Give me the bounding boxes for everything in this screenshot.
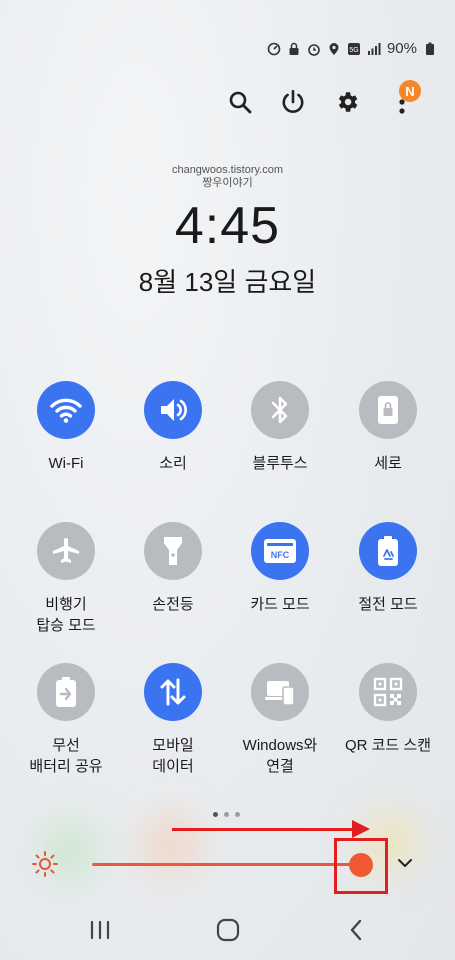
lock-icon <box>289 42 299 55</box>
tile-label: 손전등 <box>152 596 194 613</box>
tile-power-saving[interactable]: 절전 모드 <box>333 522 443 615</box>
tile-label: 절전 모드 <box>358 596 418 613</box>
5g-icon: 5G <box>347 42 360 55</box>
tile-card-mode[interactable]: NFC 카드 모드 <box>225 522 335 615</box>
tile-wifi[interactable]: Wi-Fi <box>11 381 121 474</box>
page-dot <box>235 812 240 817</box>
status-bar: 5G 90% <box>267 40 437 57</box>
search-button[interactable] <box>222 84 258 120</box>
battery-percent: 90% <box>386 40 417 57</box>
back-icon <box>350 919 362 941</box>
data-saver-icon <box>267 42 281 55</box>
tile-qr-scan[interactable]: QR 코드 스캔 <box>333 663 443 756</box>
clock-date[interactable]: 8월 13일 금요일 <box>0 262 455 299</box>
svg-text:5G: 5G <box>349 47 358 54</box>
tile-label: 블루투스 <box>252 455 308 472</box>
tile-label: 무선 배터리 공유 <box>29 737 103 775</box>
tile-circle <box>251 663 309 721</box>
back-button[interactable] <box>336 910 376 950</box>
qr-icon <box>373 677 403 707</box>
wifi-icon <box>50 398 82 423</box>
tile-label: 소리 <box>159 455 187 472</box>
tile-label: 세로 <box>374 455 402 472</box>
tile-label: Wi-Fi <box>48 455 84 472</box>
tile-circle <box>144 522 202 580</box>
tile-flashlight[interactable]: 손전등 <box>118 522 228 615</box>
page-indicator <box>213 812 240 817</box>
brightness-icon <box>32 851 58 882</box>
blurred-background-blob <box>140 815 200 875</box>
settings-button[interactable] <box>329 84 365 120</box>
annotation-arrow-head <box>352 820 370 838</box>
tile-circle <box>37 522 95 580</box>
tile-circle <box>251 381 309 439</box>
notification-badge: N <box>399 80 421 102</box>
flashlight-icon <box>164 537 182 565</box>
nfc-text: NFC <box>271 550 290 560</box>
tile-wireless-powershare[interactable]: 무선 배터리 공유 <box>11 663 121 777</box>
tile-circle <box>144 663 202 721</box>
tile-sound[interactable]: 소리 <box>118 381 228 474</box>
search-icon <box>229 91 252 114</box>
tile-circle <box>144 381 202 439</box>
link-to-windows-icon <box>265 681 295 706</box>
signal-icon <box>367 42 381 55</box>
tile-portrait[interactable]: 세로 <box>333 381 443 474</box>
tile-link-to-windows[interactable]: Windows와 연결 <box>225 663 335 777</box>
battery-recycle-icon <box>378 536 398 566</box>
home-button[interactable] <box>208 910 248 950</box>
home-icon <box>216 918 240 942</box>
tile-bluetooth[interactable]: 블루투스 <box>225 381 335 474</box>
tile-airplane-mode[interactable]: 비행기 탑승 모드 <box>11 522 121 636</box>
tile-circle <box>359 663 417 721</box>
site-url: changwoos.tistory.com <box>171 164 284 176</box>
recents-icon <box>90 920 110 940</box>
tile-circle <box>359 381 417 439</box>
chevron-down-icon <box>398 859 412 867</box>
location-icon <box>329 42 339 55</box>
page-dot <box>224 812 229 817</box>
bluetooth-icon <box>271 396 288 424</box>
annotation-highlight-box <box>334 838 388 894</box>
tile-circle <box>37 381 95 439</box>
gear-icon <box>338 92 358 112</box>
navigation-bar <box>0 910 455 950</box>
power-icon <box>282 89 304 113</box>
nfc-icon: NFC <box>264 539 296 563</box>
portrait-lock-icon <box>378 396 398 424</box>
tile-label: QR 코드 스캔 <box>344 737 432 754</box>
clock-time: 4:45 <box>174 197 281 255</box>
tile-label: 비행기 탑승 모드 <box>36 596 96 634</box>
annotation-arrow <box>172 828 354 831</box>
tile-circle <box>359 522 417 580</box>
expand-button[interactable] <box>396 856 414 874</box>
wireless-powershare-icon <box>56 677 76 707</box>
battery-icon <box>426 42 434 55</box>
power-button[interactable] <box>275 84 311 120</box>
page-dot-active <box>213 812 218 817</box>
recents-button[interactable] <box>80 910 120 950</box>
tile-label: 카드 모드 <box>250 596 310 613</box>
speaker-icon <box>161 399 187 421</box>
tile-circle: NFC <box>251 522 309 580</box>
brightness-slider-track[interactable] <box>92 863 362 866</box>
mobile-data-icon <box>160 678 186 706</box>
tile-label: 모바일 데이터 <box>152 737 194 775</box>
tile-mobile-data[interactable]: 모바일 데이터 <box>118 663 228 777</box>
watermark-text: changwoos.tistory.com 짱우이야기 <box>0 164 455 190</box>
site-name: 짱우이야기 <box>202 177 253 189</box>
airplane-icon <box>53 538 79 563</box>
tile-circle <box>37 663 95 721</box>
alarm-icon <box>308 43 320 56</box>
tile-label: Windows와 연결 <box>242 737 318 775</box>
